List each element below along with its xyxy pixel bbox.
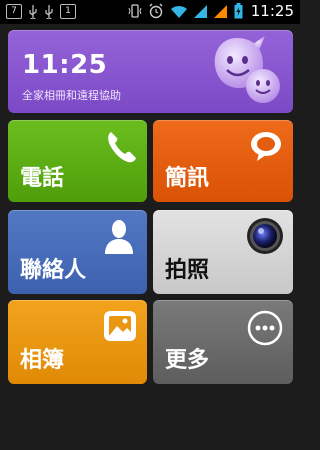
- status-bar-left: 7 1: [6, 4, 76, 19]
- notification-1-icon: 1: [60, 4, 76, 19]
- phone-tile[interactable]: 電話: [8, 120, 147, 202]
- more-label: 更多: [165, 348, 210, 373]
- wifi-icon: [170, 5, 187, 18]
- status-bar: 7 1 11:25: [0, 0, 300, 24]
- phone-icon: [108, 132, 136, 163]
- sms-tile[interactable]: 簡訊: [153, 120, 293, 202]
- smiley-faces-icon: [214, 36, 280, 103]
- clock-tile[interactable]: 11:25 全家相冊和遠程協助: [8, 30, 293, 113]
- status-bar-right: 11:25: [128, 2, 294, 20]
- message-bubble-icon: [251, 132, 281, 161]
- album-label: 相簿: [20, 348, 65, 373]
- picture-icon: [104, 311, 136, 341]
- vibrate-icon: [128, 4, 142, 18]
- signal-icon: [193, 5, 207, 18]
- album-tile[interactable]: 相簿: [8, 300, 147, 384]
- contacts-label: 聯絡人: [20, 258, 87, 283]
- signal-icon: [213, 5, 227, 18]
- camera-label: 拍照: [165, 258, 210, 283]
- more-tile[interactable]: 更多: [153, 300, 293, 384]
- camera-lens-icon: [247, 218, 283, 254]
- clock-time: 11:25: [22, 50, 108, 80]
- phone-label: 電話: [20, 166, 65, 191]
- clock-subtitle: 全家相冊和遠程協助: [22, 89, 121, 102]
- sms-label: 簡訊: [165, 166, 210, 191]
- usb-icon: [29, 4, 37, 19]
- usb-icon: [45, 4, 53, 19]
- contacts-tile[interactable]: 聯絡人: [8, 210, 147, 294]
- battery-charging-icon: [234, 3, 243, 19]
- notification-7-icon: 7: [6, 4, 22, 19]
- camera-tile[interactable]: 拍照: [153, 210, 293, 294]
- alarm-icon: [149, 3, 163, 19]
- person-icon: [105, 220, 133, 254]
- more-dots-icon: [247, 310, 283, 346]
- status-time: 11:25: [250, 2, 294, 20]
